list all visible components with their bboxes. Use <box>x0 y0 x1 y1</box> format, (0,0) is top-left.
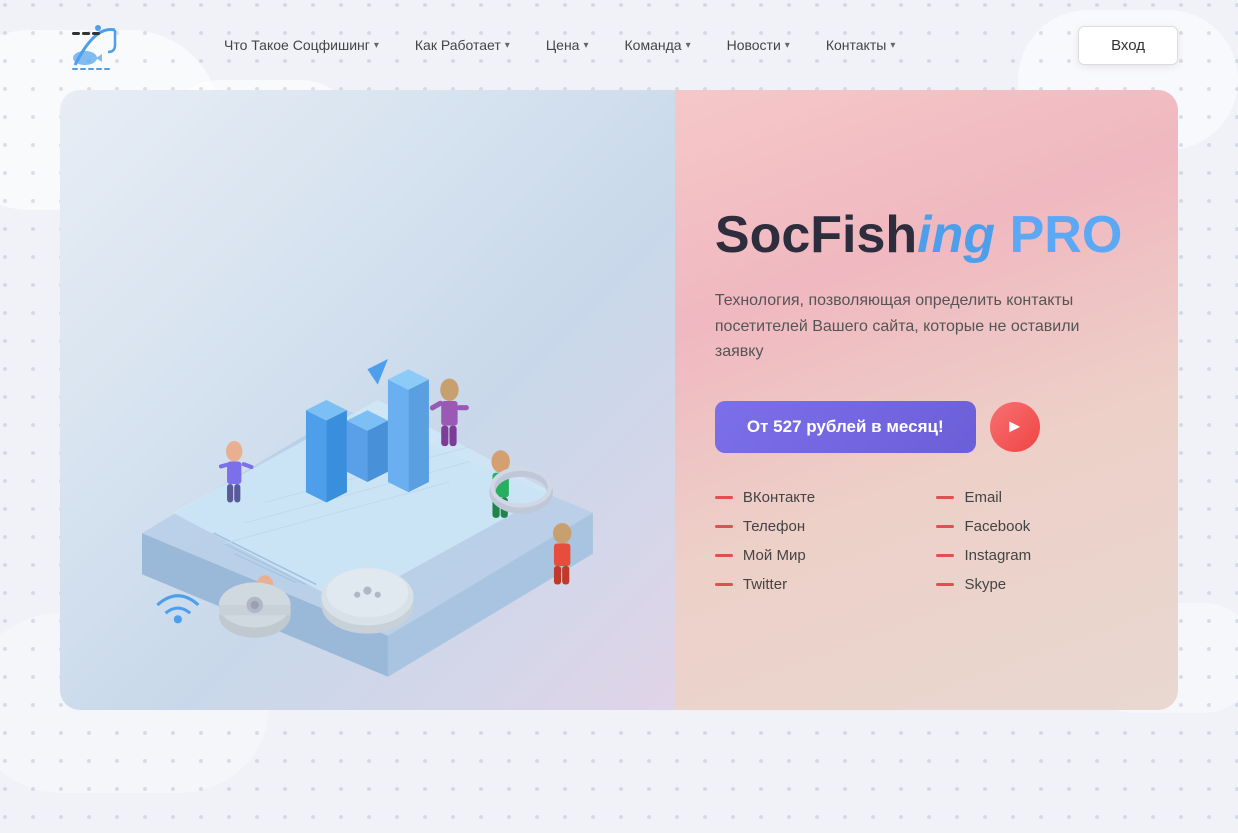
hero-title: SocFishing PRO <box>715 207 1128 264</box>
dash-icon <box>936 525 954 528</box>
dash-icon <box>715 496 733 499</box>
nav-item-how[interactable]: Как Работает ▾ <box>401 29 524 61</box>
dash-icon <box>715 554 733 557</box>
play-button[interactable]: ► <box>990 402 1040 452</box>
chevron-down-icon: ▾ <box>686 40 691 51</box>
logo-svg <box>60 10 130 80</box>
chevron-down-icon: ▾ <box>785 40 790 51</box>
chevron-down-icon: ▾ <box>374 40 379 51</box>
hero-content: SocFishing PRO Технология, позволяющая о… <box>675 90 1178 710</box>
feature-vkontakte: ВКонтакте <box>715 489 907 506</box>
hero-section: SocFishing PRO Технология, позволяющая о… <box>60 90 1178 710</box>
feature-facebook: Facebook <box>936 518 1128 535</box>
dash-icon <box>936 554 954 557</box>
hero-illustration <box>60 90 675 710</box>
feature-moimor: Мой Мир <box>715 547 907 564</box>
chevron-down-icon: ▾ <box>505 40 510 51</box>
feature-skype: Skype <box>936 576 1128 593</box>
main-nav: Что Такое Соцфишинг ▾ Как Работает ▾ Цен… <box>210 29 1078 61</box>
login-button[interactable]: Вход <box>1078 26 1178 65</box>
play-icon: ► <box>1006 416 1024 437</box>
nav-item-price[interactable]: Цена ▾ <box>532 29 603 61</box>
dash-icon <box>936 583 954 586</box>
nav-item-what[interactable]: Что Такое Соцфишинг ▾ <box>210 29 393 61</box>
features-grid: ВКонтакте Email Телефон Facebook Мой Мир… <box>715 489 1128 593</box>
cta-button[interactable]: От 527 рублей в месяц! <box>715 401 976 453</box>
dash-icon <box>715 525 733 528</box>
hero-subtitle: Технология, позволяющая определить конта… <box>715 288 1095 365</box>
dash-icon <box>715 583 733 586</box>
cta-row: От 527 рублей в месяц! ► <box>715 401 1128 453</box>
nav-item-team[interactable]: Команда ▾ <box>611 29 705 61</box>
chevron-down-icon: ▾ <box>890 40 895 51</box>
logo[interactable] <box>60 10 130 80</box>
chevron-down-icon: ▾ <box>583 40 588 51</box>
header: Что Такое Соцфишинг ▾ Как Работает ▾ Цен… <box>0 0 1238 90</box>
isometric-illustration <box>60 90 675 710</box>
nav-item-contacts[interactable]: Контакты ▾ <box>812 29 910 61</box>
feature-instagram: Instagram <box>936 547 1128 564</box>
feature-twitter: Twitter <box>715 576 907 593</box>
dash-icon <box>936 496 954 499</box>
feature-phone: Телефон <box>715 518 907 535</box>
nav-item-news[interactable]: Новости ▾ <box>713 29 804 61</box>
feature-email: Email <box>936 489 1128 506</box>
